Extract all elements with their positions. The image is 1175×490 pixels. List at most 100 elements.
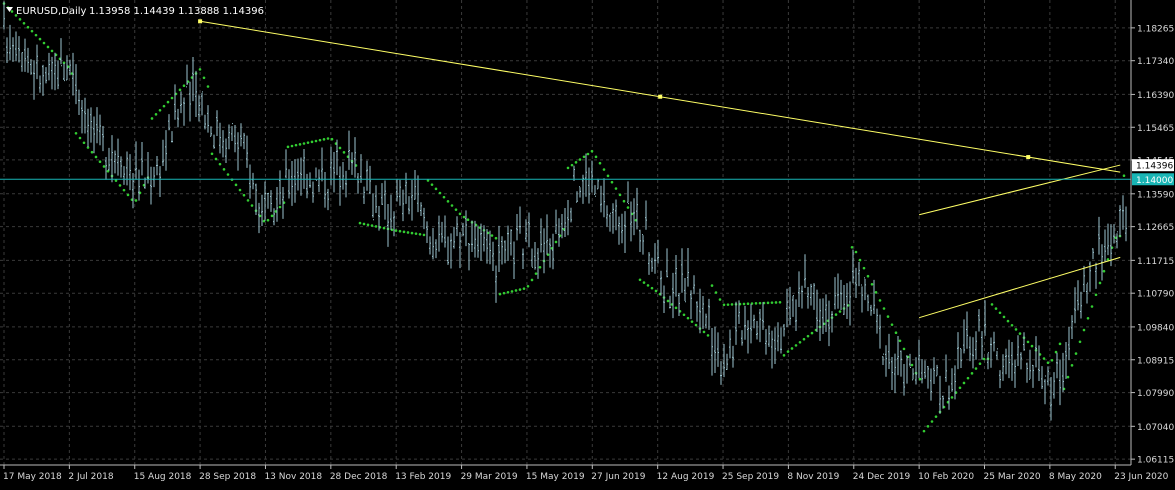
sar-dot (394, 229, 398, 232)
trendline-anchor[interactable] (658, 94, 663, 99)
trendline-anchor[interactable] (198, 19, 203, 24)
sar-dot (310, 140, 314, 144)
sar-dot (970, 372, 974, 375)
sar-dot (1002, 315, 1006, 319)
sar-dot (434, 187, 438, 191)
sar-dot (446, 200, 450, 203)
sar-dot (998, 311, 1002, 315)
sar-dot (362, 222, 366, 226)
sar-dot (982, 357, 986, 361)
sar-dot (366, 223, 370, 227)
sar-dot (1122, 174, 1126, 178)
sar-dot (958, 386, 962, 390)
time-tick-label: 23 Jun 2020 (1114, 472, 1168, 482)
sar-dot (770, 301, 774, 304)
sar-dot (502, 291, 506, 295)
sar-dot (974, 367, 978, 370)
sar-dot (570, 163, 574, 167)
sar-dot (170, 96, 174, 100)
sar-dot (578, 158, 582, 161)
time-tick-label: 27 Jun 2019 (591, 472, 645, 482)
sar-dot (1050, 358, 1054, 362)
price-tick-label: 1.17340 (1137, 57, 1174, 67)
sar-dot (74, 131, 78, 135)
sar-dot (530, 278, 534, 282)
sar-dot (978, 362, 982, 366)
sar-dot (462, 215, 466, 219)
sar-dot (158, 108, 162, 112)
sar-dot (298, 143, 302, 146)
sar-dot (1090, 305, 1094, 308)
sar-dot (666, 299, 670, 303)
trendline-anchor[interactable] (1026, 155, 1031, 160)
sar-dot (802, 337, 806, 341)
sar-dot (270, 214, 274, 218)
sar-dot (766, 301, 770, 305)
sar-dot (210, 152, 214, 156)
chart-canvas[interactable]: 1.182651.173401.163901.154651.145451.135… (0, 0, 1175, 486)
sar-dot (458, 212, 462, 216)
price-tick-label: 1.12665 (1137, 223, 1174, 233)
sar-dot (1086, 316, 1090, 320)
sar-dot (178, 88, 182, 92)
sar-dot (798, 341, 802, 344)
sar-dot (430, 183, 434, 186)
sar-dot (598, 161, 602, 165)
sar-dot (718, 298, 722, 301)
sar-dot (290, 144, 294, 148)
price-tick-label: 1.13590 (1137, 190, 1174, 200)
sar-dot (1074, 352, 1078, 355)
sar-dot (466, 218, 470, 221)
sar-dot (50, 49, 54, 53)
sar-dot (246, 199, 250, 202)
sar-dot (994, 307, 998, 310)
time-tick-label: 10 Feb 2020 (918, 472, 974, 482)
sar-dot (242, 193, 246, 197)
sar-dot (610, 180, 614, 184)
sar-dot (838, 310, 842, 313)
sar-dot (490, 234, 494, 237)
sar-dot (870, 282, 874, 286)
chart[interactable]: 1.182651.173401.163901.154651.145451.135… (0, 0, 1175, 486)
sar-dot (758, 301, 762, 305)
time-tick-label: 24 Dec 2019 (853, 472, 911, 482)
sar-dot (402, 230, 406, 234)
sar-dot (642, 281, 646, 284)
sar-dot (438, 191, 442, 195)
sar-dot (422, 233, 426, 237)
price-tick-label: 1.10790 (1137, 290, 1174, 300)
sar-dot (674, 306, 678, 310)
sar-dot (614, 187, 618, 190)
sar-dot (202, 76, 206, 80)
sar-dot (126, 193, 130, 197)
sar-dot (782, 354, 786, 357)
sar-dot (882, 307, 886, 310)
sar-dot (962, 381, 966, 385)
sar-dot (326, 137, 330, 140)
sar-dot (574, 161, 578, 164)
sar-dot (114, 179, 118, 182)
sar-dot (690, 320, 694, 323)
sar-dot (266, 218, 270, 222)
time-tick-label: 15 Aug 2018 (134, 472, 192, 482)
time-tick-label: 28 Dec 2018 (330, 472, 388, 482)
sar-dot (154, 113, 158, 116)
sar-dot (374, 225, 378, 228)
sar-dot (78, 136, 82, 140)
sar-dot (98, 160, 102, 164)
plot-background (0, 0, 1175, 486)
sar-dot (1082, 328, 1086, 332)
time-tick-label: 15 May 2019 (526, 472, 585, 482)
price-tick-label: 1.07990 (1137, 389, 1174, 399)
sar-dot (358, 221, 362, 225)
sar-dot (622, 199, 626, 203)
sar-dot (778, 300, 782, 304)
price-tick-label: 1.09840 (1137, 323, 1174, 333)
sar-dot (514, 289, 518, 292)
sar-dot (730, 303, 734, 306)
sar-dot (518, 288, 522, 291)
sar-dot (890, 323, 894, 326)
time-tick-label: 12 Aug 2019 (657, 472, 715, 482)
sar-dot (810, 331, 814, 335)
sar-dot (930, 420, 934, 423)
